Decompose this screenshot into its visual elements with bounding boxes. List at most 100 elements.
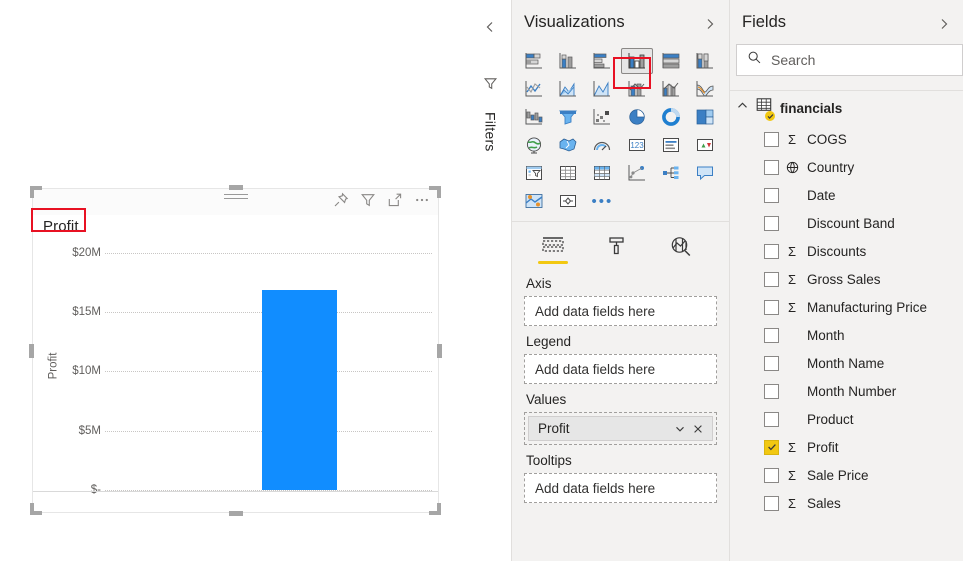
field-row-discounts[interactable]: Σ Discounts [730, 237, 963, 265]
field-row-product[interactable]: Product [730, 405, 963, 433]
kpi-icon[interactable] [689, 132, 721, 158]
more-options-icon[interactable] [414, 192, 430, 208]
fields-tab[interactable] [536, 230, 570, 264]
field-checkbox[interactable] [764, 187, 779, 203]
field-label: Product [807, 411, 854, 427]
field-chip-profit[interactable]: Profit [528, 416, 713, 441]
field-row-month-name[interactable]: Month Name [730, 349, 963, 377]
resize-handle-bottom-right[interactable] [429, 503, 441, 515]
area-chart-icon[interactable] [552, 76, 584, 102]
remove-field-icon[interactable] [689, 423, 707, 435]
filter-funnel-icon[interactable] [483, 76, 498, 96]
focus-mode-icon[interactable] [387, 192, 403, 208]
fields-pane-title: Fields [742, 13, 787, 31]
filters-pane-collapsed[interactable]: Filters [470, 0, 512, 561]
ribbon-chart-icon[interactable] [689, 76, 721, 102]
multi-row-card-icon[interactable] [655, 132, 687, 158]
waterfall-chart-icon[interactable] [518, 104, 550, 130]
decomposition-tree-icon[interactable] [655, 160, 687, 186]
resize-handle-left[interactable] [29, 343, 34, 358]
table-icon[interactable] [552, 160, 584, 186]
donut-chart-icon[interactable] [655, 104, 687, 130]
matrix-icon[interactable] [586, 160, 618, 186]
field-row-gross-sales[interactable]: Σ Gross Sales [730, 265, 963, 293]
resize-handle-bottom[interactable] [228, 511, 243, 516]
funnel-chart-icon[interactable] [552, 104, 584, 130]
chevron-down-icon[interactable] [671, 423, 689, 435]
field-row-date[interactable]: Date [730, 181, 963, 209]
drag-grip-icon[interactable] [223, 194, 248, 203]
resize-handle-top-right[interactable] [429, 186, 441, 198]
field-checkbox[interactable] [764, 495, 779, 511]
field-checkbox-checked[interactable] [764, 439, 779, 455]
dropzone-axis[interactable]: Add data fields here [524, 296, 717, 326]
chart-bar[interactable] [261, 289, 338, 490]
gauge-icon[interactable] [586, 132, 618, 158]
stacked-bar-chart-icon[interactable] [518, 48, 550, 74]
dropzone-values[interactable]: Profit [524, 412, 717, 445]
field-row-month-number[interactable]: Month Number [730, 377, 963, 405]
field-well-tabs[interactable] [512, 222, 729, 264]
field-checkbox[interactable] [764, 271, 779, 287]
filter-icon[interactable] [360, 192, 376, 208]
field-checkbox[interactable] [764, 327, 779, 343]
format-tab[interactable] [600, 230, 634, 262]
resize-handle-top-left[interactable] [30, 186, 42, 198]
filled-map-icon[interactable] [552, 132, 584, 158]
key-influencers-icon[interactable] [552, 188, 584, 214]
dropzone-tooltips[interactable]: Add data fields here [524, 473, 717, 503]
analytics-tab[interactable] [664, 230, 698, 262]
chevron-up-icon[interactable] [736, 99, 749, 117]
field-checkbox[interactable] [764, 411, 779, 427]
expand-fields-icon[interactable] [937, 17, 951, 36]
resize-handle-bottom-left[interactable] [30, 503, 42, 515]
field-checkbox[interactable] [764, 355, 779, 371]
field-row-sales[interactable]: Σ Sales [730, 489, 963, 517]
column-chart-visual[interactable]: Profit Profit $20M $15M $10M $5M $- [29, 185, 442, 516]
more-visuals-icon[interactable]: ••• [586, 188, 618, 214]
arcgis-map-icon[interactable] [518, 188, 550, 214]
line-and-clustered-column-chart-icon[interactable] [655, 76, 687, 102]
field-checkbox[interactable] [764, 159, 779, 175]
expand-visualizations-icon[interactable] [703, 17, 717, 36]
field-checkbox[interactable] [764, 299, 779, 315]
hundred-percent-stacked-bar-chart-icon[interactable] [655, 48, 687, 74]
hundred-percent-stacked-column-chart-icon[interactable] [689, 48, 721, 74]
treemap-icon[interactable] [689, 104, 721, 130]
field-row-discount-band[interactable]: Discount Band [730, 209, 963, 237]
field-row-profit[interactable]: Σ Profit [730, 433, 963, 461]
clustered-bar-chart-icon[interactable] [586, 48, 618, 74]
field-checkbox[interactable] [764, 243, 779, 259]
map-icon[interactable] [518, 132, 550, 158]
field-checkbox[interactable] [764, 467, 779, 483]
line-chart-icon[interactable] [518, 76, 550, 102]
clustered-column-chart-icon[interactable] [620, 48, 653, 74]
y-tick: $10M [72, 365, 101, 378]
resize-handle-right[interactable] [437, 343, 442, 358]
fields-table-financials[interactable]: financials [730, 91, 963, 125]
field-checkbox[interactable] [764, 215, 779, 231]
field-row-manufacturing-price[interactable]: Σ Manufacturing Price [730, 293, 963, 321]
field-row-country[interactable]: Country [730, 153, 963, 181]
stacked-area-chart-icon[interactable] [586, 76, 618, 102]
field-row-cogs[interactable]: Σ COGS [730, 125, 963, 153]
qna-visual-icon[interactable] [689, 160, 721, 186]
line-and-stacked-column-chart-icon[interactable] [621, 76, 653, 102]
dropzone-legend[interactable]: Add data fields here [524, 354, 717, 384]
resize-handle-top[interactable] [228, 185, 243, 190]
pie-chart-icon[interactable] [621, 104, 653, 130]
scatter-chart-icon[interactable] [586, 104, 618, 130]
r-script-visual-icon[interactable] [621, 160, 653, 186]
slicer-icon[interactable] [518, 160, 550, 186]
field-checkbox[interactable] [764, 383, 779, 399]
report-canvas[interactable]: Profit Profit $20M $15M $10M $5M $- [0, 0, 470, 561]
visualization-type-grid[interactable]: 123 ••• [512, 44, 729, 214]
field-row-sale-price[interactable]: Σ Sale Price [730, 461, 963, 489]
stacked-column-chart-icon[interactable] [552, 48, 584, 74]
search-input[interactable]: Search [736, 44, 963, 76]
pin-icon[interactable] [333, 192, 349, 208]
field-row-month[interactable]: Month [730, 321, 963, 349]
collapse-filters-icon[interactable] [483, 20, 497, 39]
card-icon[interactable]: 123 [621, 132, 653, 158]
field-checkbox[interactable] [764, 131, 779, 147]
